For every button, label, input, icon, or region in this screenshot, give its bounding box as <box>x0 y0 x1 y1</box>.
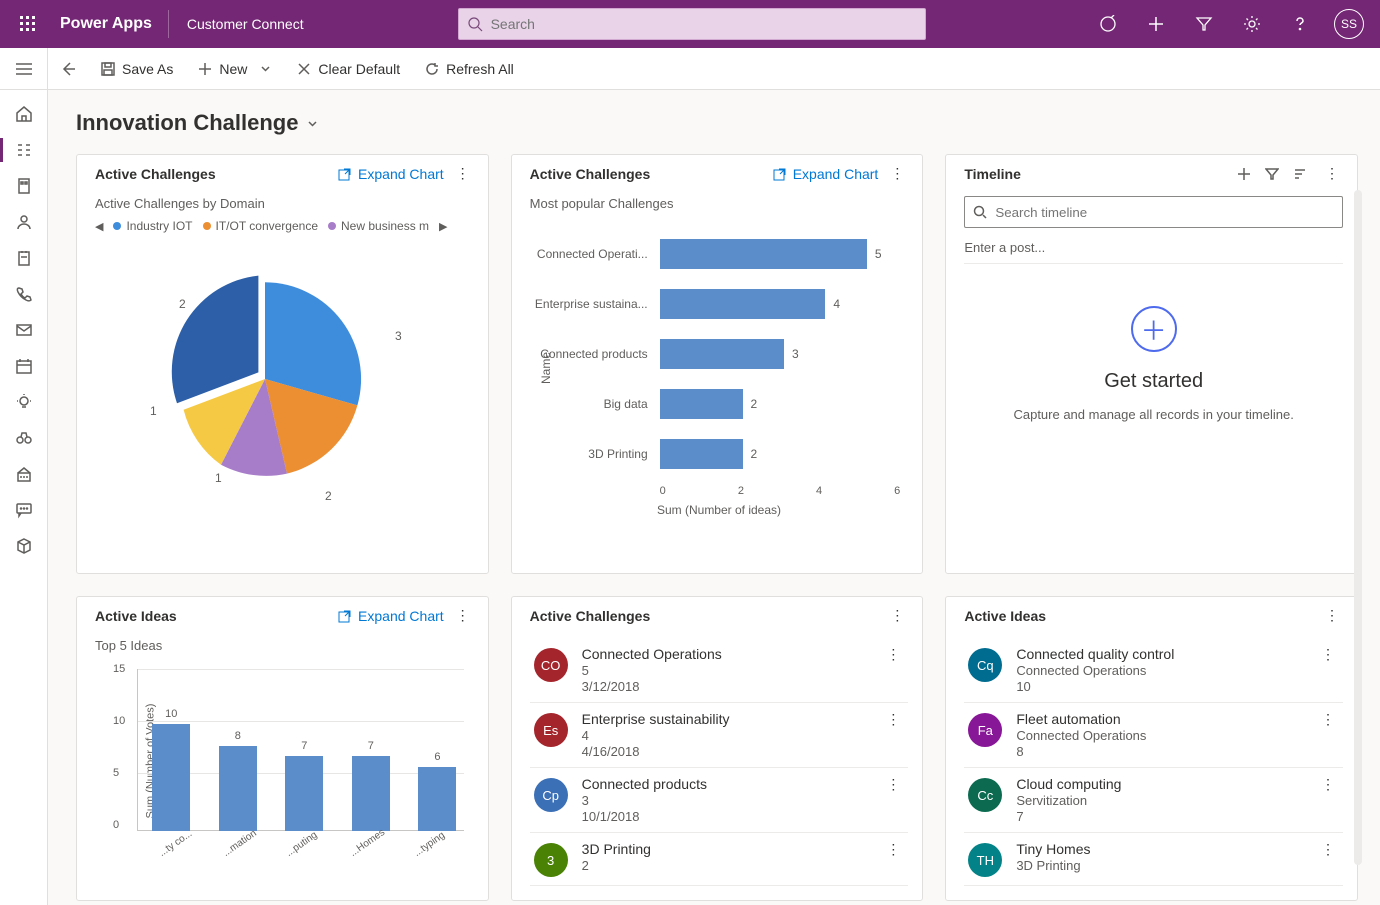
timeline-search-input[interactable] <box>987 205 1334 220</box>
more-icon[interactable]: ⋮ <box>882 711 904 728</box>
enter-post[interactable]: Enter a post... <box>964 240 1343 264</box>
nav-building[interactable] <box>0 456 48 492</box>
more-icon[interactable]: ⋮ <box>1317 646 1339 663</box>
nav-calendar[interactable] <box>0 348 48 384</box>
app-launcher[interactable] <box>8 0 48 48</box>
list-item[interactable]: CcCloud computingServitization7⋮ <box>964 768 1343 833</box>
more-icon[interactable]: ⋮ <box>886 165 908 182</box>
search-input[interactable] <box>483 16 917 32</box>
x-axis-label: Sum (Number of ideas) <box>530 503 909 517</box>
divider <box>168 10 169 38</box>
legend-label: New business m <box>341 219 429 233</box>
chart-subtitle: Most popular Challenges <box>530 196 909 211</box>
more-icon[interactable]: ⋮ <box>1317 711 1339 728</box>
search-box[interactable] <box>458 8 926 40</box>
list-item[interactable]: EsEnterprise sustainability44/16/2018⋮ <box>530 703 909 768</box>
page-title: Innovation Challenge <box>76 110 298 136</box>
list-item[interactable]: CpConnected products310/1/2018⋮ <box>530 768 909 833</box>
expand-chart-link[interactable]: Expand Chart <box>338 166 444 182</box>
vbar-chart: Sum (Number of Votes) 15 10 5 0 108776 .… <box>95 661 474 861</box>
nav-binoculars[interactable] <box>0 420 48 456</box>
more-icon[interactable]: ⋮ <box>1317 841 1339 858</box>
add-icon[interactable] <box>1134 0 1178 48</box>
list-item[interactable]: CqConnected quality controlConnected Ope… <box>964 638 1343 703</box>
more-icon[interactable]: ⋮ <box>452 607 474 624</box>
hamburger-button[interactable] <box>0 48 48 89</box>
legend-prev[interactable]: ◀ <box>95 220 103 233</box>
filter-icon[interactable] <box>1182 0 1226 48</box>
nav-phone[interactable] <box>0 276 48 312</box>
plus-circle-icon[interactable]: ＋ <box>1131 306 1177 352</box>
refresh-all-label: Refresh All <box>446 61 514 77</box>
list-item[interactable]: COConnected Operations53/12/2018⋮ <box>530 638 909 703</box>
nav-feedback[interactable] <box>0 492 48 528</box>
chart-subtitle: Active Challenges by Domain <box>95 196 474 211</box>
legend-label: Industry IOT <box>126 219 192 233</box>
back-button[interactable] <box>48 48 88 90</box>
card-title: Active Ideas <box>95 608 330 624</box>
more-icon[interactable]: ⋮ <box>452 165 474 182</box>
chart-subtitle: Top 5 Ideas <box>95 638 474 653</box>
expand-chart-link[interactable]: Expand Chart <box>338 608 444 624</box>
more-icon[interactable]: ⋮ <box>886 607 908 624</box>
chevron-down-icon[interactable] <box>306 117 319 130</box>
card-title: Active Challenges <box>530 608 698 624</box>
nav-accounts[interactable] <box>0 168 48 204</box>
target-icon[interactable] <box>1086 0 1130 48</box>
card-title: Timeline <box>964 166 1229 182</box>
card-title: Active Challenges <box>530 166 765 182</box>
more-icon[interactable]: ⋮ <box>882 776 904 793</box>
y-axis-label: Name <box>539 352 553 384</box>
more-icon[interactable]: ⋮ <box>882 841 904 858</box>
new-button[interactable]: New <box>185 48 284 90</box>
user-avatar[interactable]: SS <box>1334 9 1364 39</box>
search-icon <box>973 205 987 219</box>
save-as-label: Save As <box>122 61 173 77</box>
list-item[interactable]: FaFleet automationConnected Operations8⋮ <box>964 703 1343 768</box>
search-icon <box>467 16 483 32</box>
add-icon[interactable] <box>1237 167 1251 181</box>
hbar-chart: Connected Operati...5Enterprise sustaina… <box>530 219 909 479</box>
get-started-heading: Get started <box>1104 370 1203 393</box>
sort-icon[interactable] <box>1293 167 1307 181</box>
more-icon[interactable]: ⋮ <box>1321 165 1343 182</box>
card-title: Active Challenges <box>95 166 330 182</box>
new-label: New <box>219 61 247 77</box>
more-icon[interactable]: ⋮ <box>882 646 904 663</box>
legend-next[interactable]: ▶ <box>439 220 447 233</box>
refresh-all-button[interactable]: Refresh All <box>412 48 526 90</box>
save-as-button[interactable]: Save As <box>88 48 185 90</box>
list-item[interactable]: 33D Printing2⋮ <box>530 833 909 886</box>
help-icon[interactable] <box>1278 0 1322 48</box>
legend-label: IT/OT convergence <box>216 219 319 233</box>
timeline-search[interactable] <box>964 196 1343 228</box>
clear-default-button[interactable]: Clear Default <box>284 48 412 90</box>
nav-idea[interactable] <box>0 384 48 420</box>
pie-chart: 3 2 1 1 2 <box>95 239 474 499</box>
list-item[interactable]: THTiny Homes3D Printing⋮ <box>964 833 1343 886</box>
breadcrumb[interactable]: Customer Connect <box>173 16 318 32</box>
timeline-subtext: Capture and manage all records in your t… <box>1013 407 1293 422</box>
chevron-down-icon <box>259 62 272 75</box>
gear-icon[interactable] <box>1230 0 1274 48</box>
more-icon[interactable]: ⋮ <box>1321 607 1343 624</box>
expand-chart-link[interactable]: Expand Chart <box>773 166 879 182</box>
nav-email[interactable] <box>0 312 48 348</box>
clear-default-label: Clear Default <box>318 61 400 77</box>
nav-contacts[interactable] <box>0 204 48 240</box>
nav-home[interactable] <box>0 96 48 132</box>
nav-activities[interactable] <box>0 240 48 276</box>
more-icon[interactable]: ⋮ <box>1317 776 1339 793</box>
nav-package[interactable] <box>0 528 48 564</box>
filter-icon[interactable] <box>1265 167 1279 181</box>
app-name: Power Apps <box>48 15 164 33</box>
nav-dashboard[interactable] <box>0 132 48 168</box>
card-title: Active Ideas <box>964 608 1132 624</box>
